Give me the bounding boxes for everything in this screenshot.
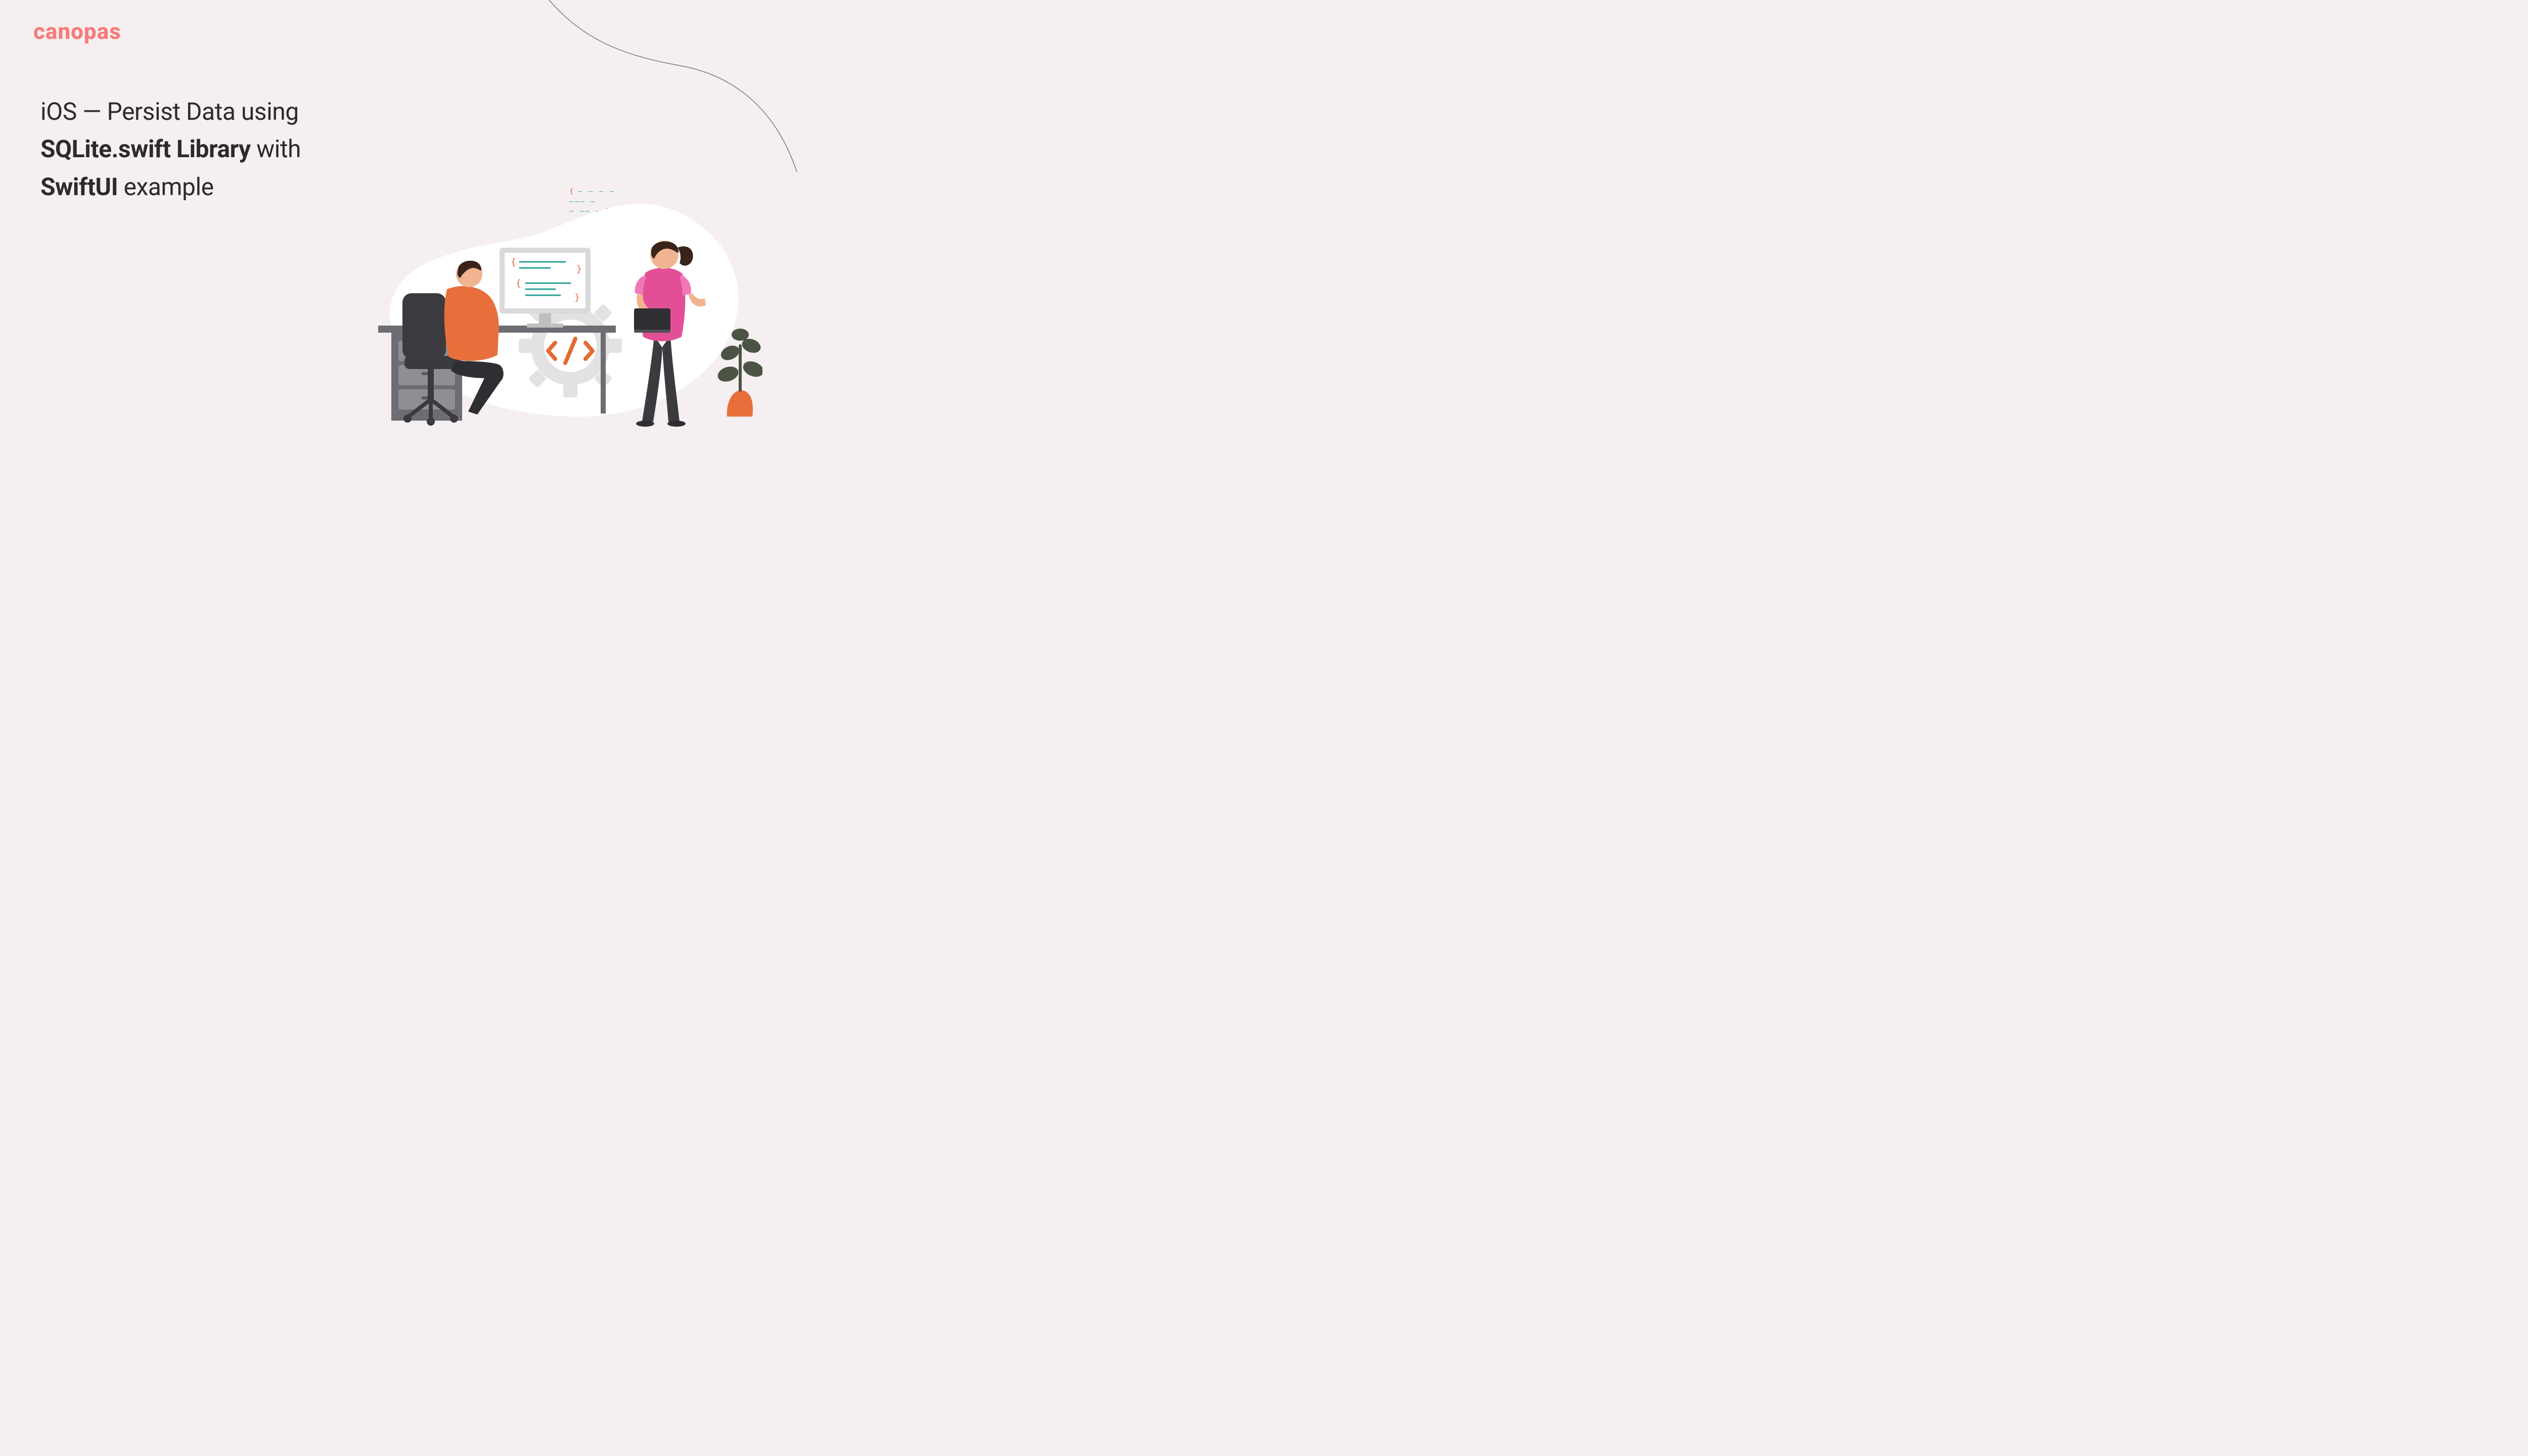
person-seated-icon — [444, 261, 504, 415]
title-line-2-post: with — [251, 134, 301, 163]
monitor-icon: { } { } — [500, 248, 591, 328]
brand-name: canopas — [33, 18, 121, 44]
hero-illustration: { } { } — [348, 174, 762, 432]
code-line-icon: — — — ———— —— —— — — [569, 188, 615, 215]
plant-icon — [717, 330, 762, 417]
title-line-3: SwiftUI example — [40, 168, 301, 206]
svg-text:{: { — [516, 278, 521, 289]
desk-icon — [378, 326, 616, 421]
title-line-1: iOS — Persist Data using — [40, 93, 301, 130]
code-snippet-decoration: { — — — ———— —— —— — } — [569, 187, 655, 217]
gear-icon — [519, 294, 622, 397]
svg-text:{: { — [511, 257, 516, 267]
svg-text:}: } — [574, 292, 580, 303]
title-line-2: SQLite.swift Library with — [40, 130, 301, 168]
person-standing-icon — [634, 241, 706, 427]
svg-text:}: } — [576, 264, 582, 275]
title-line-2-bold: SQLite.swift Library — [40, 134, 251, 163]
code-tag-icon — [548, 339, 593, 363]
close-brace-icon: } — [605, 207, 609, 215]
title-line-3-bold: SwiftUI — [40, 172, 118, 201]
decorative-curve — [493, 0, 807, 172]
chair-icon — [402, 293, 460, 426]
brand-logo: canopas — [33, 18, 121, 44]
title-line-3-post: example — [118, 172, 213, 201]
open-brace-icon: { — [569, 188, 573, 196]
blob-shape-icon — [390, 204, 739, 417]
page-title: iOS — Persist Data using SQLite.swift Li… — [40, 93, 301, 206]
